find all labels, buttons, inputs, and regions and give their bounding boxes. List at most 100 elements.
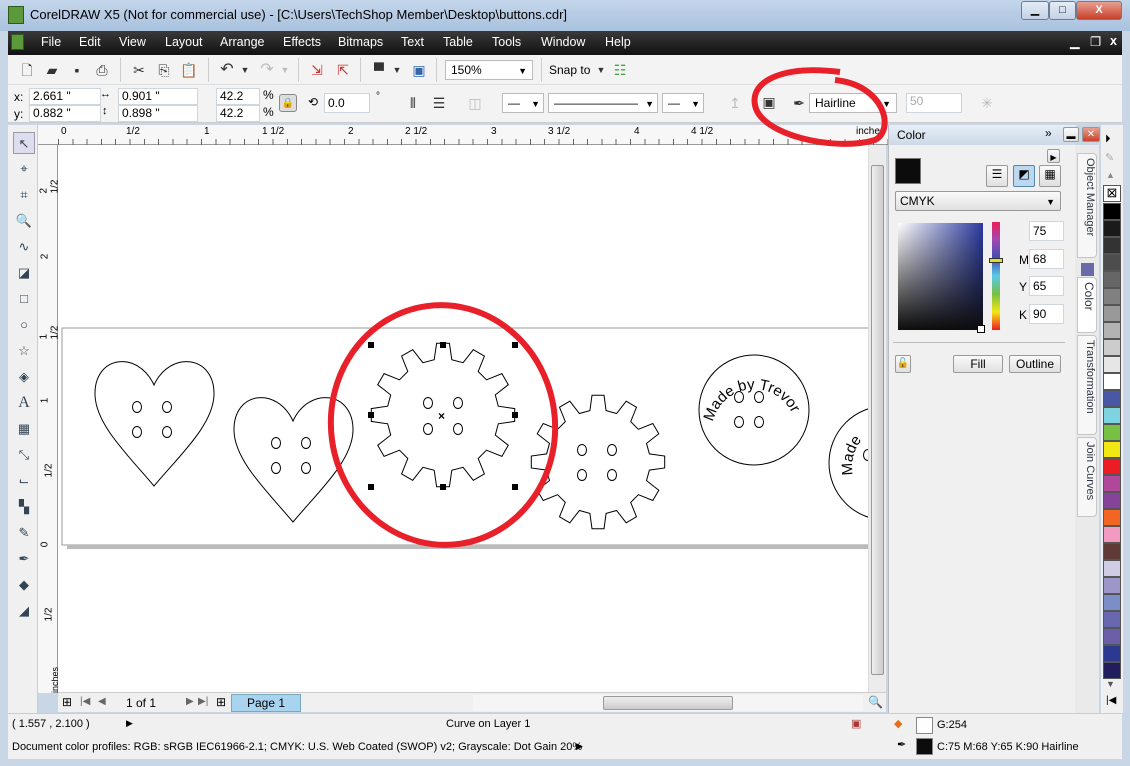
import-icon[interactable]: ⇲ <box>308 61 326 79</box>
expand-arrow-icon[interactable]: ▶ <box>576 741 583 752</box>
color-swatch[interactable] <box>1103 373 1121 390</box>
color-swatch[interactable] <box>1103 492 1121 509</box>
basic-shapes-icon[interactable]: ◈ <box>13 366 35 388</box>
scroll-up-icon[interactable]: ▲ <box>1106 170 1115 180</box>
menu-table[interactable]: Table <box>443 35 473 49</box>
mirror-vertical-icon[interactable]: ☰ <box>430 94 448 112</box>
add-page-after-icon[interactable]: ⊞ <box>216 695 226 709</box>
rectangle-tool-icon[interactable]: □ <box>13 288 35 310</box>
doc-minimize-icon[interactable]: ▁ <box>1070 34 1080 49</box>
menu-file[interactable]: File <box>41 35 61 49</box>
width-input[interactable]: 0.901 " <box>118 88 198 105</box>
color-swatch[interactable] <box>1103 611 1121 628</box>
miter-limit-input[interactable]: 50 <box>906 93 962 113</box>
maximize-button[interactable]: □ <box>1049 1 1076 20</box>
y-position-input[interactable]: 0.882 " <box>29 105 101 122</box>
prev-page-icon[interactable]: ◀ <box>98 696 106 707</box>
color-swatch[interactable] <box>1103 322 1121 339</box>
palette-flyout-icon[interactable]: ⏵ <box>1105 133 1111 146</box>
start-arrowhead-combo[interactable]: — ▼ <box>502 93 544 113</box>
snap-to-button[interactable]: Snap to <box>549 63 590 77</box>
tab-object-manager[interactable]: Object Manager <box>1077 153 1097 258</box>
color-proof-icon[interactable]: ▣ <box>851 717 861 730</box>
shape-tool-icon[interactable]: ⌖ <box>13 158 35 180</box>
open-icon[interactable]: ▰ <box>43 61 61 79</box>
docker-minimize-icon[interactable]: ▬ <box>1063 127 1079 142</box>
scroll-down-icon[interactable]: ▼ <box>1106 679 1115 689</box>
docker-close-icon[interactable]: ✕ <box>1082 127 1100 142</box>
text-tool-icon[interactable]: A <box>13 392 35 414</box>
ellipse-tool-icon[interactable]: ○ <box>13 314 35 336</box>
interactive-fill-icon[interactable]: ◢ <box>13 600 35 622</box>
save-icon[interactable]: ▪ <box>68 61 86 79</box>
menu-bitmaps[interactable]: Bitmaps <box>338 35 383 49</box>
redo-icon[interactable]: ↷ <box>258 61 276 79</box>
menu-effects[interactable]: Effects <box>283 35 321 49</box>
lock-ratio-icon[interactable]: 🔒 <box>279 94 297 112</box>
color-swatch[interactable] <box>1103 560 1121 577</box>
color-swatch[interactable] <box>1103 254 1121 271</box>
yellow-input[interactable]: 65 <box>1029 276 1064 296</box>
close-button[interactable]: X <box>1076 1 1122 20</box>
fill-color-swatch[interactable] <box>916 717 933 734</box>
polygon-tool-icon[interactable]: ☆ <box>13 340 35 362</box>
tab-join-curves[interactable]: Join Curves <box>1077 437 1097 517</box>
options-checklist-icon[interactable]: ☷ <box>611 61 629 79</box>
add-page-before-icon[interactable]: ⊞ <box>62 695 72 709</box>
first-page-icon[interactable]: |◀ <box>80 696 90 707</box>
magenta-input[interactable]: 68 <box>1029 249 1064 269</box>
undo-icon[interactable]: ↶ <box>218 61 236 79</box>
welcome-screen-icon[interactable]: ▣ <box>410 61 428 79</box>
outline-button[interactable]: Outline <box>1009 355 1061 373</box>
doc-restore-icon[interactable]: ❐ <box>1090 34 1101 49</box>
eyedropper-icon[interactable]: ✎ <box>1105 151 1114 164</box>
menu-view[interactable]: View <box>119 35 146 49</box>
menu-window[interactable]: Window <box>541 35 585 49</box>
fill-tool-icon[interactable]: ◆ <box>13 574 35 596</box>
color-swatch[interactable] <box>1103 594 1121 611</box>
last-page-icon[interactable]: ▶| <box>198 696 208 707</box>
line-style-combo[interactable]: ――――――― ▼ <box>548 93 658 113</box>
zoom-navigator-icon[interactable]: 🔍 <box>868 695 883 709</box>
hue-slider-handle[interactable] <box>989 258 1003 263</box>
mirror-horizontal-icon[interactable]: ⫴ <box>404 94 422 112</box>
color-swatch[interactable] <box>1103 526 1121 543</box>
scale-x-input[interactable]: 42.2 <box>216 88 260 105</box>
color-swatch[interactable] <box>1103 390 1121 407</box>
undo-dropdown-icon[interactable]: ▼ <box>236 61 254 79</box>
tab-color[interactable]: Color <box>1077 277 1097 333</box>
export-icon[interactable]: ⇱ <box>334 61 352 79</box>
menu-text[interactable]: Text <box>401 35 424 49</box>
scroll-thumb[interactable] <box>871 165 884 675</box>
color-swatch[interactable] <box>1103 662 1121 679</box>
outline-tool-icon[interactable]: ✒ <box>13 548 35 570</box>
color-swatch[interactable] <box>1103 356 1121 373</box>
redo-dropdown-icon[interactable]: ▼ <box>276 61 294 79</box>
text-wrap-icon[interactable]: ↥ <box>726 94 744 112</box>
copy-icon[interactable]: ⎘ <box>155 61 173 79</box>
paste-icon[interactable]: 📋 <box>180 61 198 79</box>
expand-icon[interactable]: » <box>1045 126 1052 140</box>
flyout-menu-icon[interactable]: ▶ <box>1047 149 1060 163</box>
blend-tool-icon[interactable]: ▚ <box>13 496 35 518</box>
scale-y-input[interactable]: 42.2 <box>216 105 260 122</box>
menu-layout[interactable]: Layout <box>165 35 203 49</box>
vertical-ruler[interactable]: 2 1/2 2 1 1/2 1 1/2 0 1/2 inches <box>38 145 61 693</box>
convert-to-curves-icon[interactable]: ◫ <box>466 94 484 112</box>
color-swatch[interactable] <box>1103 509 1121 526</box>
color-picker-area[interactable] <box>898 223 983 330</box>
menu-edit[interactable]: Edit <box>79 35 101 49</box>
color-model-select[interactable]: CMYK ▼ <box>895 191 1061 211</box>
menu-help[interactable]: Help <box>605 35 631 49</box>
black-input[interactable]: 90 <box>1029 304 1064 324</box>
color-swatch[interactable] <box>1103 271 1121 288</box>
color-swatch[interactable] <box>1103 543 1121 560</box>
table-tool-icon[interactable]: ▦ <box>13 418 35 440</box>
color-swatch[interactable] <box>1103 288 1121 305</box>
outline-color-swatch[interactable] <box>916 738 933 755</box>
color-viewers-icon[interactable]: ◩ <box>1013 165 1035 187</box>
color-palettes-icon[interactable]: ▦ <box>1039 165 1061 187</box>
color-picker-handle[interactable] <box>977 325 985 333</box>
minimize-button[interactable]: ▁ <box>1021 1 1049 20</box>
rotation-input[interactable]: 0.0 <box>324 93 370 113</box>
